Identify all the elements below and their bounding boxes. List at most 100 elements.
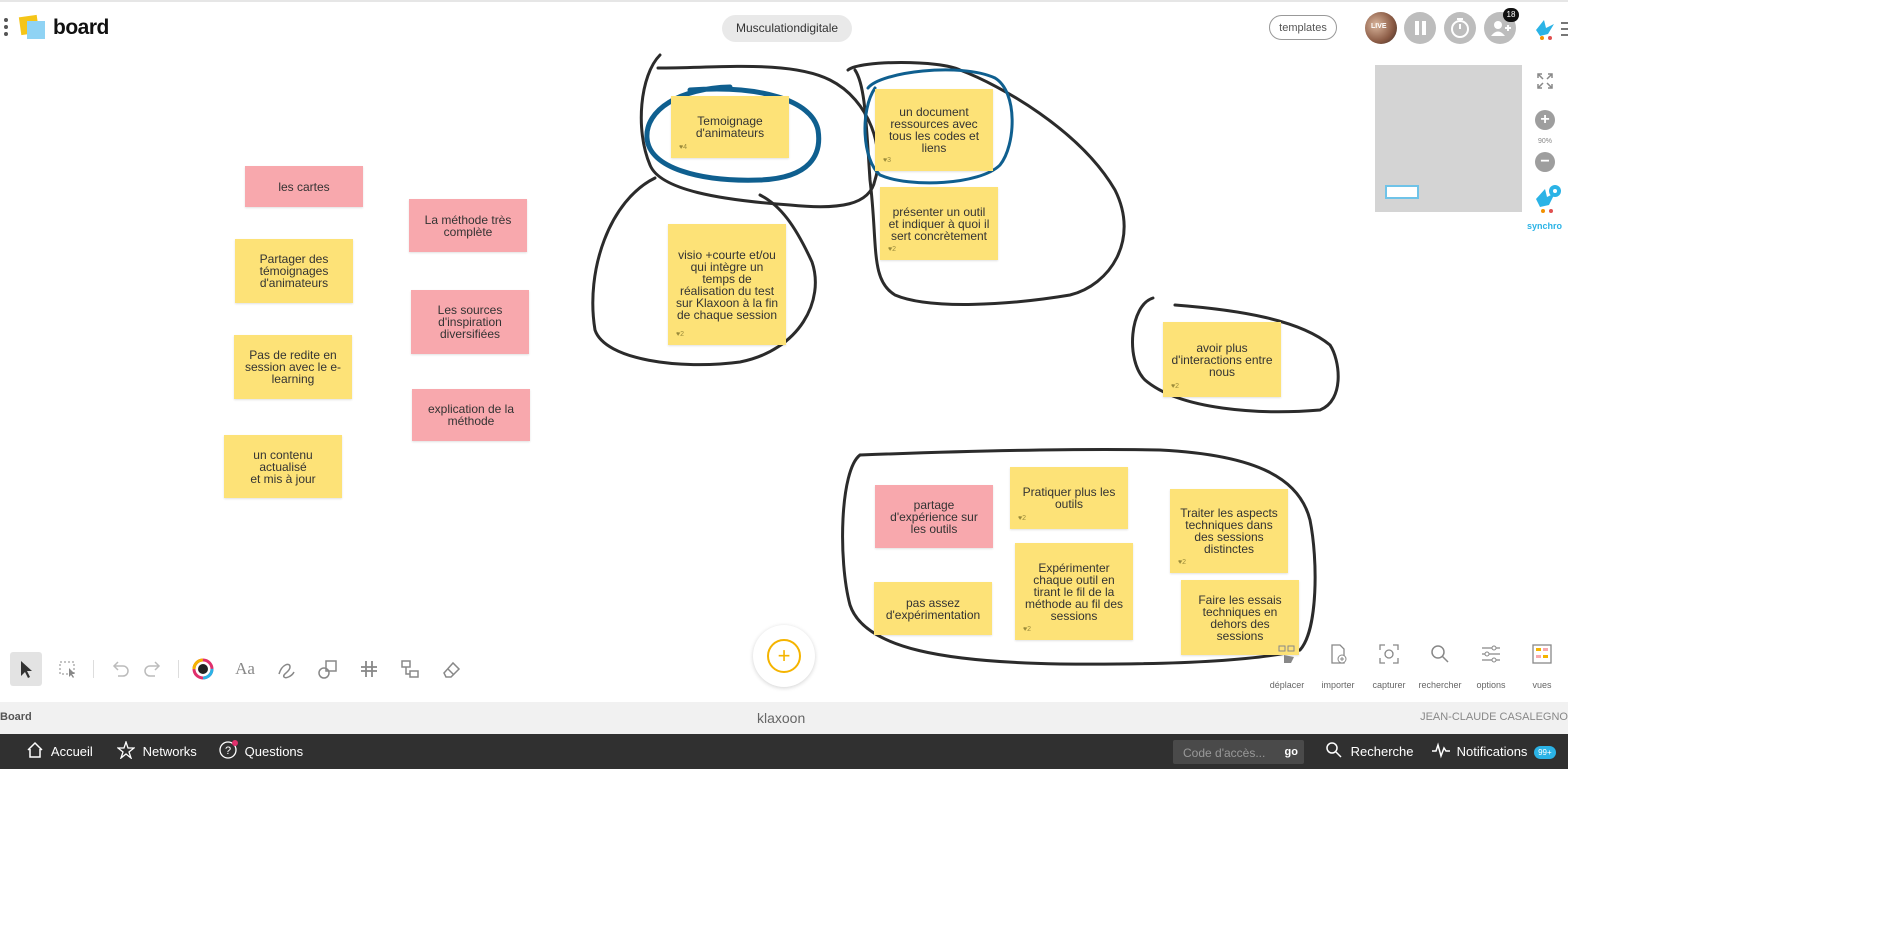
note-text: explication de la méthode	[427, 402, 515, 428]
note-text: pas assez d'expérimentation	[885, 595, 981, 622]
sticky-note[interactable]: avoir plus d'interactions entre nous ♥2	[1163, 322, 1281, 397]
select-tool-button[interactable]	[10, 652, 42, 686]
nav-networks-label: Networks	[142, 744, 197, 759]
eraser-icon	[443, 661, 461, 678]
sticky-note[interactable]: Pas de redite en session avec le e-learn…	[234, 335, 352, 399]
home-icon	[26, 734, 48, 769]
note-text: Temoignage d'animateurs	[695, 114, 765, 140]
access-code-box: go	[1173, 740, 1304, 766]
nav-notifications-label: Notifications	[1456, 744, 1528, 759]
deplacer-label: déplacer	[1269, 680, 1305, 690]
area-select-button[interactable]	[52, 652, 84, 686]
likes-count: ♥3	[883, 157, 892, 164]
redo-icon	[144, 661, 161, 677]
note-text: un contenu actualisé et mis à jour	[250, 447, 316, 486]
connector-icon	[401, 660, 419, 678]
sliders-icon	[1465, 643, 1517, 671]
note-text: Traiter les aspects techniques dans des …	[1180, 506, 1278, 556]
likes-count: ♥2	[1171, 383, 1180, 390]
connector-tool-button[interactable]	[394, 652, 426, 686]
note-text: La méthode très complète	[424, 212, 512, 239]
svg-text:?: ?	[225, 745, 231, 757]
nav-networks[interactable]: Networks	[116, 734, 197, 769]
note-text: présenter un outil et indiquer à quoi il…	[888, 204, 990, 243]
grid-icon	[361, 661, 377, 677]
likes-count: ♥2	[676, 331, 685, 338]
vues-button[interactable]: vues	[1516, 643, 1568, 690]
status-bar: Board klaxoon JEAN-CLAUDE CASALEGNO	[0, 702, 1568, 734]
footer-nav: Accueil Networks ? Questions go Recherch…	[0, 734, 1568, 769]
color-wheel-icon	[192, 658, 214, 680]
nav-accueil[interactable]: Accueil	[26, 734, 93, 769]
import-file-icon	[1312, 643, 1364, 671]
sticky-note[interactable]: Les sources d'inspiration diversifiées	[411, 290, 529, 354]
sticky-note[interactable]: un contenu actualisé et mis à jour	[224, 435, 342, 498]
likes-count: ♥2	[888, 246, 897, 253]
sticky-note[interactable]: Expérimenter chaque outil en tirant le f…	[1015, 543, 1133, 640]
deplacer-button[interactable]: déplacer	[1261, 643, 1313, 690]
sticky-note[interactable]: Temoignage d'animateurs ♥4	[671, 96, 789, 158]
access-go-button[interactable]: go	[1285, 740, 1298, 764]
minimap[interactable]	[1375, 65, 1522, 212]
search-icon	[1414, 643, 1466, 671]
sticky-note[interactable]: les cartes	[245, 166, 363, 207]
sticky-note[interactable]: Pratiquer plus les outils ♥2	[1010, 467, 1128, 529]
status-board-label: Board	[0, 711, 32, 723]
options-label: options	[1476, 680, 1506, 690]
fullscreen-icon[interactable]	[1537, 73, 1553, 89]
note-text: partage d'expérience sur les outils	[890, 497, 978, 536]
sticky-note[interactable]: Traiter les aspects techniques dans des …	[1170, 489, 1288, 573]
pen-tool-button[interactable]	[270, 652, 302, 686]
access-code-input[interactable]	[1181, 740, 1285, 766]
sticky-note[interactable]: Partager des témoignages d'animateurs	[235, 239, 353, 303]
shapes-icon	[318, 660, 337, 679]
nav-recherche[interactable]: Recherche	[1325, 734, 1414, 769]
options-button[interactable]: options	[1465, 643, 1517, 690]
redo-button[interactable]	[137, 652, 169, 686]
sticky-note[interactable]: La méthode très complète	[409, 199, 527, 252]
capturer-button[interactable]: capturer	[1363, 643, 1415, 690]
importer-button[interactable]: importer	[1312, 643, 1364, 690]
note-text: Partager des témoignages d'animateurs	[259, 252, 329, 290]
shape-tool-button[interactable]	[312, 652, 344, 686]
likes-count: ♥2	[1018, 515, 1027, 522]
note-text: les cartes	[278, 179, 330, 194]
zoom-in-button[interactable]: +	[1535, 110, 1555, 130]
sticky-note[interactable]: un document ressources avec tous les cod…	[875, 89, 993, 171]
search-icon	[1325, 734, 1347, 769]
question-icon: ?	[219, 734, 241, 769]
nav-notifications[interactable]: Notifications 99+	[1431, 734, 1556, 769]
views-icon	[1516, 643, 1568, 671]
undo-button[interactable]	[104, 652, 136, 686]
zoom-level: 90%	[1537, 138, 1552, 145]
user-name: JEAN-CLAUDE CASALEGNO	[1420, 711, 1568, 723]
note-text: Les sources d'inspiration diversifiées	[437, 303, 503, 341]
undo-icon	[112, 661, 129, 677]
nav-accueil-label: Accueil	[50, 744, 93, 759]
eraser-tool-button[interactable]	[435, 652, 467, 686]
synchro-icon[interactable]	[1533, 183, 1561, 215]
sticky-note[interactable]: partage d'expérience sur les outils	[875, 485, 993, 548]
text-icon: Aa	[235, 659, 255, 678]
color-picker-button[interactable]	[187, 652, 219, 686]
note-text: Faire les essais techniques en dehors de…	[1198, 592, 1282, 643]
add-idea-button[interactable]: +	[753, 625, 815, 687]
sticky-note[interactable]: explication de la méthode	[412, 389, 530, 441]
sticky-note[interactable]: présenter un outil et indiquer à quoi il…	[880, 187, 998, 260]
nav-questions-label: Questions	[244, 744, 304, 759]
minimap-viewport[interactable]	[1385, 185, 1419, 199]
likes-count: ♥4	[679, 144, 688, 151]
pulse-icon	[1431, 734, 1453, 769]
nav-questions[interactable]: ? Questions	[219, 734, 303, 769]
pen-icon	[278, 663, 295, 679]
note-text: avoir plus d'interactions entre nous	[1171, 340, 1273, 379]
notifications-badge: 99+	[1534, 746, 1556, 760]
note-text: un document ressources avec tous les cod…	[888, 105, 980, 155]
sticky-note[interactable]: pas assez d'expérimentation	[874, 582, 992, 635]
rechercher-button[interactable]: rechercher	[1414, 643, 1466, 690]
zoom-out-button[interactable]: −	[1535, 152, 1555, 172]
text-tool-button[interactable]: Aa	[229, 652, 261, 686]
capturer-label: capturer	[1372, 680, 1406, 690]
sticky-note[interactable]: visio +courte et/ou qui intègre un temps…	[668, 224, 786, 345]
grid-tool-button[interactable]	[353, 652, 385, 686]
